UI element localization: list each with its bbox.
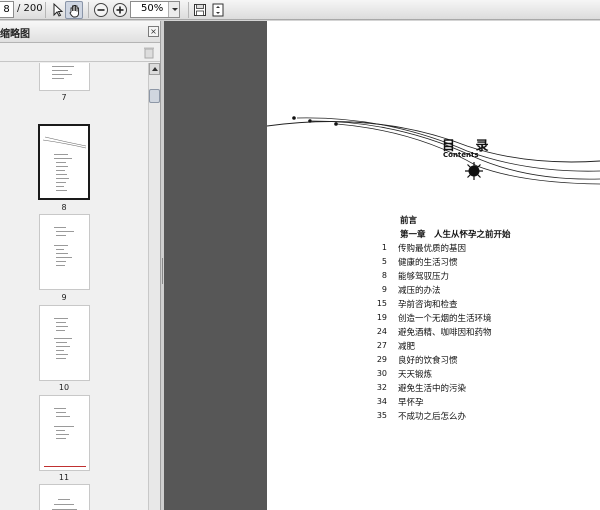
toc-entry: 健康的生活习惯 xyxy=(398,258,458,268)
toc-entry: 不成功之后怎么办 xyxy=(398,412,467,422)
thumbnail-scrollbar[interactable] xyxy=(148,63,160,510)
thumbnails-panel: 缩略图 × 7 8 9 10 11 xyxy=(0,21,161,510)
thumbnail-page-8[interactable] xyxy=(38,124,90,200)
panel-toolbar xyxy=(0,44,160,62)
toc-chapter: 第一章 人生从怀孕之前开始 xyxy=(400,230,511,240)
toc-page-number: 27 xyxy=(376,341,387,350)
thumbnail-label: 11 xyxy=(58,473,70,482)
chevron-down-icon[interactable] xyxy=(168,2,179,17)
panel-title: 缩略图 xyxy=(0,29,30,40)
thumbnail-page-12[interactable] xyxy=(39,484,90,510)
thumbnail-label: 9 xyxy=(61,293,67,302)
toc-page-number: 15 xyxy=(376,299,387,308)
select-arrow-icon xyxy=(53,2,64,17)
zoom-select[interactable]: 50% xyxy=(130,1,180,18)
hand-tool-icon xyxy=(69,5,79,18)
thumbnail-page-9[interactable] xyxy=(39,214,90,290)
thumbnail-label: 10 xyxy=(58,383,70,392)
select-tool-button[interactable] xyxy=(48,1,66,19)
toc-entry: 早怀孕 xyxy=(398,398,424,408)
zoom-in-button[interactable] xyxy=(111,1,129,19)
toc-entry: 避免酒精、咖啡因和药物 xyxy=(398,328,492,338)
thumbnail-label: 7 xyxy=(61,93,67,102)
toc-page-number: 9 xyxy=(381,285,387,294)
toc-page-number: 8 xyxy=(381,271,387,280)
toc-entry: 能够驾驭压力 xyxy=(398,272,450,282)
decorative-swoosh xyxy=(267,116,600,185)
thumbnail-list: 7 8 9 10 11 xyxy=(0,63,148,510)
zoom-in-icon xyxy=(113,3,127,17)
toc-page-number: 32 xyxy=(376,383,387,392)
thumbnail-page-11[interactable] xyxy=(39,395,90,471)
fit-page-button[interactable] xyxy=(209,1,227,19)
toc-entry: 避免生活中的污染 xyxy=(398,384,467,394)
save-icon xyxy=(194,4,206,16)
toc-page-number: 30 xyxy=(376,369,387,378)
splitter-grip[interactable] xyxy=(162,258,163,284)
toc-preface: 前言 xyxy=(400,216,418,226)
scrollbar-thumb[interactable] xyxy=(149,89,160,103)
thumbnail-label: 8 xyxy=(61,203,67,212)
zoom-value: 50% xyxy=(141,3,164,14)
toolbar-separator xyxy=(188,2,189,18)
toolbar-separator xyxy=(45,2,46,18)
toc-subtitle: Contents xyxy=(443,151,479,159)
thumbnail-page-10[interactable] xyxy=(39,305,90,381)
toc-entry: 减压的办法 xyxy=(398,286,441,296)
document-page: 目 录 Contents 前言 第一章 人生从怀孕之前开始 1 传购最优质的基因… xyxy=(267,21,600,510)
zoom-out-icon xyxy=(94,3,108,17)
toolbar: 8 / 200 50% xyxy=(0,0,600,20)
toc-entry: 良好的饮食习惯 xyxy=(398,356,458,366)
page-total: / 200 xyxy=(17,3,43,14)
thumbnail-page-7[interactable] xyxy=(39,63,90,91)
toc-entry: 创造一个无烟的生活环境 xyxy=(398,314,492,324)
hand-tool-button[interactable] xyxy=(65,1,83,19)
page-number-input[interactable]: 8 xyxy=(0,1,14,18)
scroll-up-arrow-icon[interactable] xyxy=(149,63,160,75)
close-icon[interactable]: × xyxy=(148,26,159,37)
save-button[interactable] xyxy=(191,1,209,19)
toolbar-separator xyxy=(88,2,89,18)
toc-page-number: 1 xyxy=(381,243,387,252)
toc-page-number: 24 xyxy=(376,327,387,336)
toc-page-number: 19 xyxy=(376,313,387,322)
toc-page-number: 5 xyxy=(381,257,387,266)
toc-entry: 传购最优质的基因 xyxy=(398,244,467,254)
trash-icon[interactable] xyxy=(143,46,155,59)
toc-page-number: 35 xyxy=(376,411,387,420)
starburst-icon xyxy=(465,162,483,180)
toc-page-number: 34 xyxy=(376,397,387,406)
toc-entry: 减肥 xyxy=(398,342,416,352)
toc-entry: 天天锻炼 xyxy=(398,370,433,380)
toc-page-number: 29 xyxy=(376,355,387,364)
fit-page-icon xyxy=(212,3,224,17)
panel-header: 缩略图 × xyxy=(0,21,160,43)
zoom-out-button[interactable] xyxy=(92,1,110,19)
toc-entry: 孕前咨询和检查 xyxy=(398,300,458,310)
